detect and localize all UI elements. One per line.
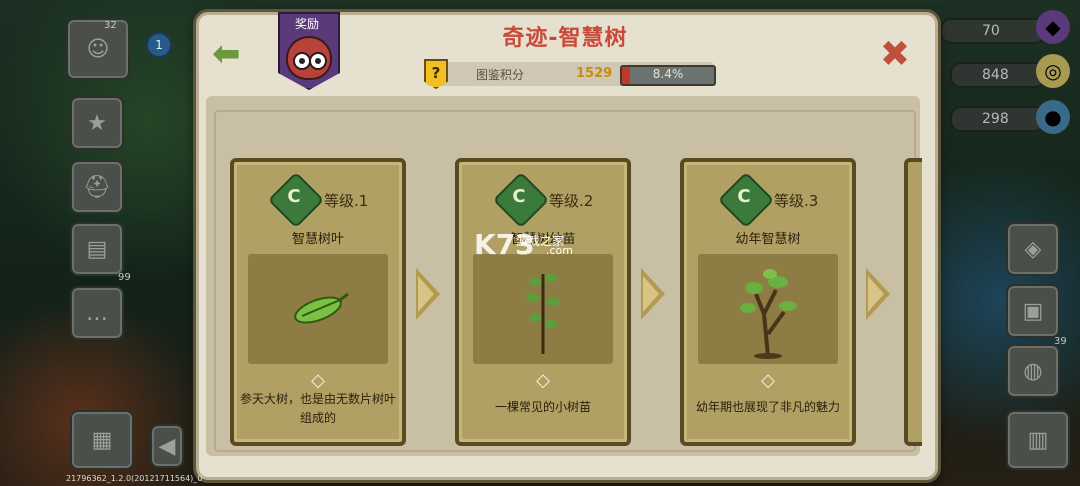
rank-letter: C bbox=[287, 186, 301, 207]
owl-eye bbox=[309, 52, 327, 70]
gem-icon[interactable]: ◆ bbox=[1036, 10, 1070, 44]
locked-icon: ◇ bbox=[311, 370, 325, 391]
avatar[interactable]: ☺ bbox=[66, 18, 130, 80]
card-level: 等级.2 bbox=[549, 192, 594, 210]
owl-icon[interactable] bbox=[286, 36, 332, 80]
card-image bbox=[698, 254, 838, 364]
next-arrow-inner bbox=[868, 276, 884, 312]
score-value: 1529 bbox=[576, 66, 613, 81]
sapling-icon bbox=[526, 274, 560, 354]
reward-label: 奖励 bbox=[294, 17, 319, 31]
card-level-4-partial[interactable] bbox=[904, 158, 922, 446]
mushroom-icon[interactable]: ● bbox=[1036, 100, 1070, 134]
card-description: 一棵常见的小树苗 bbox=[494, 400, 591, 414]
card-level-2[interactable]: C 等级.2 智慧树幼苗 ◇ 一棵常见的小树苗 bbox=[455, 158, 631, 446]
back-arrow-icon[interactable]: ⬅ bbox=[212, 36, 250, 72]
progress-text: 8.4% bbox=[652, 67, 684, 81]
gift-icon[interactable]: ▣ bbox=[1006, 284, 1060, 338]
chest-icon[interactable]: ▥ bbox=[1006, 410, 1070, 470]
resource-bar-2: 848 bbox=[950, 62, 1046, 88]
card-image bbox=[248, 254, 388, 364]
resource-value: 848 bbox=[982, 67, 1009, 83]
card-description: 幼年期也展现了非凡的魅力 bbox=[695, 400, 840, 414]
shield-icon[interactable]: ◈ bbox=[1006, 222, 1060, 276]
rank-letter: C bbox=[737, 186, 751, 207]
resource-bar-1: 70 bbox=[940, 18, 1046, 44]
card-name: 智慧树叶 bbox=[291, 232, 344, 247]
next-arrow-inner bbox=[643, 276, 659, 312]
chat-icon[interactable]: … bbox=[70, 286, 124, 340]
notification-badge: 1 bbox=[146, 32, 172, 58]
level-count: 32 bbox=[104, 20, 117, 31]
rank-letter: C bbox=[512, 186, 526, 207]
page-title: 奇迹-智慧树 bbox=[502, 26, 628, 51]
build-info: 21796362_1.2.0(20121711564)_0 bbox=[66, 474, 203, 483]
egg-icon[interactable]: ◍ bbox=[1006, 344, 1060, 398]
next-arrow-inner bbox=[418, 276, 434, 312]
score-label: 图鉴积分 bbox=[476, 68, 525, 82]
card-name: 幼年智慧树 bbox=[735, 232, 801, 247]
map-icon[interactable]: ▦ bbox=[70, 410, 134, 470]
book-icon[interactable]: ▤ bbox=[70, 222, 124, 276]
card-description: 参天大树，也是由无数片树叶组成的 bbox=[240, 392, 397, 425]
helmet-icon[interactable]: ⛑ bbox=[70, 160, 124, 214]
star-icon[interactable]: ★ bbox=[70, 96, 124, 150]
card-level-3[interactable]: C 等级.3 幼年智慧树 ◇ 幼年期也展现了非凡的魅力 bbox=[680, 158, 856, 446]
resource-bar-3: 298 bbox=[950, 106, 1046, 132]
collapse-arrow-icon[interactable]: ◀ bbox=[150, 424, 184, 468]
card-level: 等级.3 bbox=[774, 192, 819, 210]
card-image bbox=[473, 254, 613, 364]
locked-icon: ◇ bbox=[536, 370, 550, 391]
book-count: 99 bbox=[118, 272, 131, 283]
resource-value: 298 bbox=[982, 111, 1009, 127]
young-tree-icon bbox=[740, 269, 797, 359]
coin-icon[interactable]: ◎ bbox=[1036, 54, 1070, 88]
resource-value: 70 bbox=[982, 23, 1000, 39]
locked-icon: ◇ bbox=[761, 370, 775, 391]
close-icon[interactable]: ✖ bbox=[876, 36, 914, 74]
card-level: 等级.1 bbox=[324, 192, 369, 210]
card-level-1[interactable]: C 等级.1 智慧树叶 ◇ 参天大树，也是由无数片树叶组成的 bbox=[230, 158, 406, 446]
egg-count: 39 bbox=[1054, 336, 1067, 347]
watermark-domain: .com bbox=[546, 244, 573, 257]
leaf-icon bbox=[294, 292, 349, 324]
